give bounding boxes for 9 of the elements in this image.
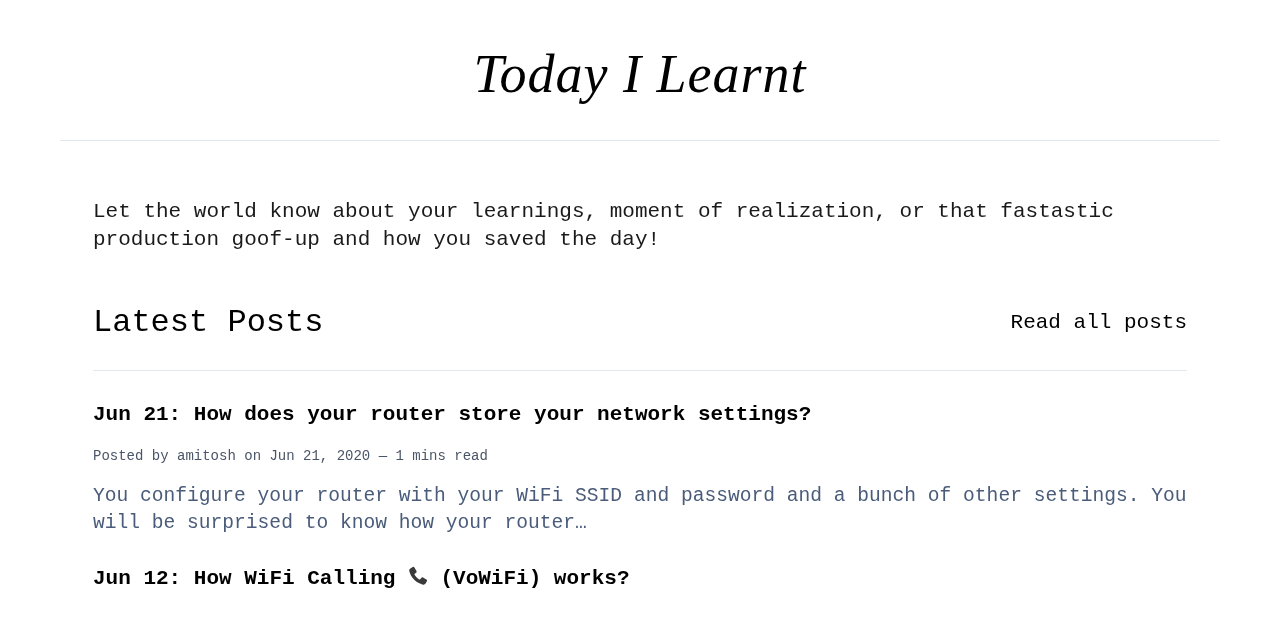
post-excerpt: You configure your router with your WiFi SSID and password and a bunch of other settings. You will be surprised to know how your router…: [93, 484, 1187, 536]
section-heading: Latest Posts: [93, 303, 324, 343]
post-title-link[interactable]: Jun 12: How WiFi Calling (VoWiFi) works?: [93, 565, 630, 593]
read-all-posts-link[interactable]: Read all posts: [1010, 309, 1187, 337]
site-title-link[interactable]: Today I Learnt: [473, 42, 807, 106]
post-title-link[interactable]: Jun 21: How does your router store your network settings?: [93, 401, 812, 429]
telephone-receiver-icon: [407, 566, 429, 587]
post-meta: Posted by amitosh on Jun 21, 2020 — 1 mins read: [93, 447, 488, 466]
intro-paragraph: Let the world know about your learnings, moment of realization, or that fastastic production goof-up and how you saved the day!: [93, 199, 1115, 253]
